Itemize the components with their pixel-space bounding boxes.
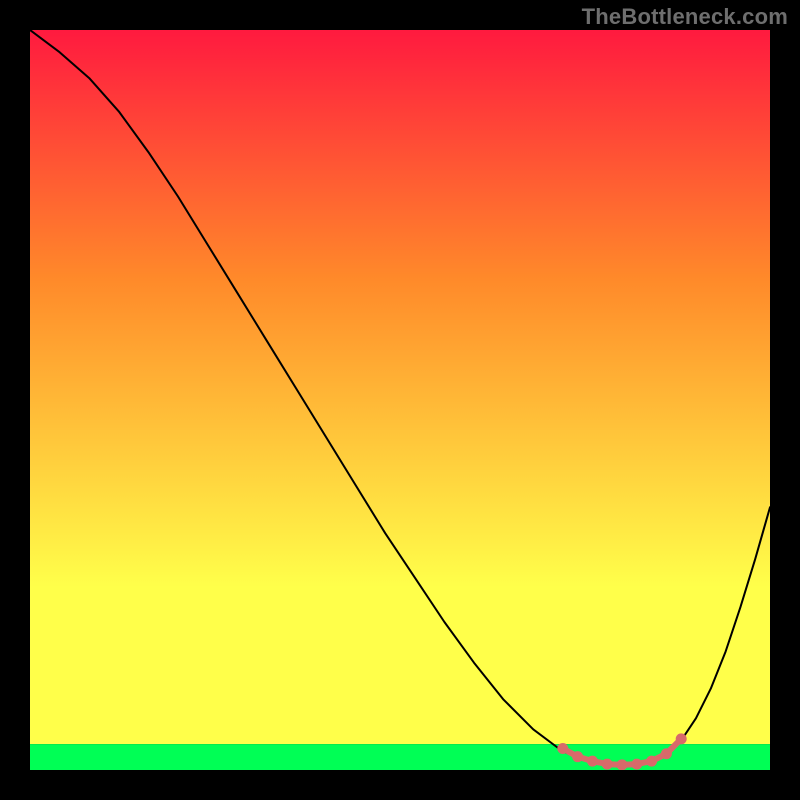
marker-dot bbox=[557, 743, 568, 754]
marker-dot bbox=[587, 756, 598, 767]
marker-dot bbox=[661, 748, 672, 759]
chart-svg bbox=[30, 30, 770, 770]
marker-dot bbox=[646, 756, 657, 767]
chart-frame: TheBottleneck.com bbox=[0, 0, 800, 800]
marker-dot bbox=[617, 759, 628, 770]
marker-dot bbox=[631, 759, 642, 770]
chart-plot bbox=[30, 30, 770, 770]
marker-dot bbox=[602, 759, 613, 770]
marker-dot bbox=[572, 751, 583, 762]
gradient-background bbox=[30, 30, 770, 744]
marker-dot bbox=[676, 733, 687, 744]
watermark-text: TheBottleneck.com bbox=[582, 4, 788, 30]
